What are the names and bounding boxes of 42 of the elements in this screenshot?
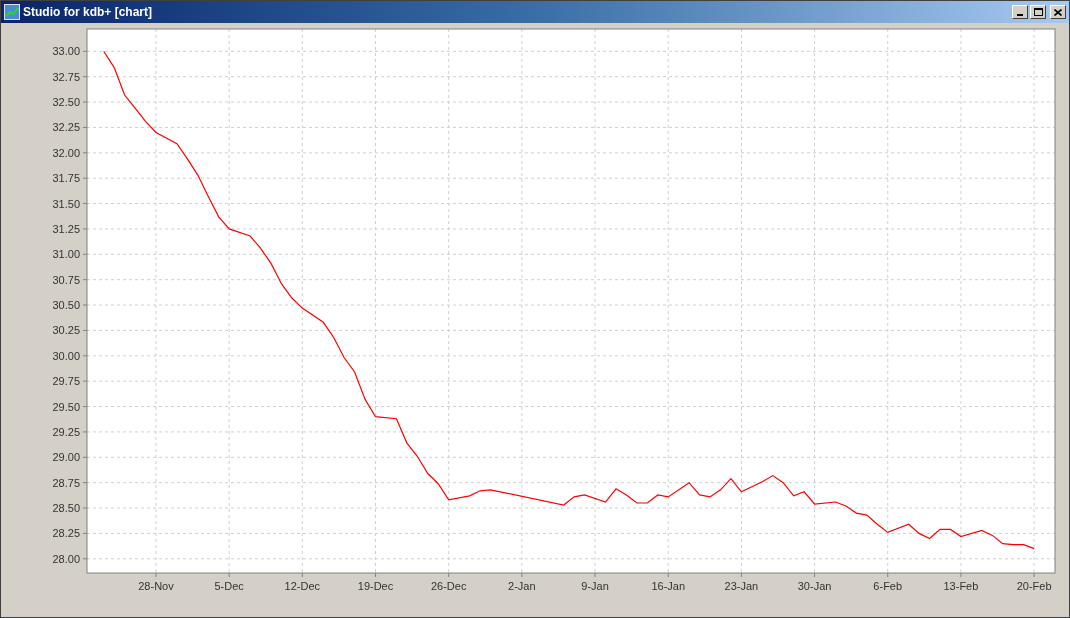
y-tick-label: 30.25 bbox=[52, 324, 80, 337]
minimize-icon bbox=[1017, 14, 1023, 16]
y-tick-label: 31.00 bbox=[52, 248, 80, 261]
x-tick-label: 2-Jan bbox=[508, 580, 536, 592]
y-tick-label: 29.00 bbox=[52, 451, 80, 464]
y-tick-label: 30.50 bbox=[52, 299, 80, 312]
y-tick-label: 33.00 bbox=[52, 45, 80, 58]
maximize-button[interactable] bbox=[1030, 5, 1046, 19]
window-title: Studio for kdb+ [chart] bbox=[23, 4, 152, 21]
x-tick-label: 23-Jan bbox=[724, 580, 759, 592]
y-tick-label: 32.00 bbox=[52, 146, 80, 159]
y-tick-label: 31.50 bbox=[52, 197, 80, 210]
close-icon bbox=[1054, 8, 1062, 16]
x-tick-label: 19-Dec bbox=[357, 580, 394, 592]
x-tick-label: 30-Jan bbox=[797, 580, 832, 592]
minimize-button[interactable] bbox=[1012, 5, 1028, 19]
y-tick-label: 30.75 bbox=[52, 273, 80, 286]
y-tick-label: 28.25 bbox=[52, 527, 80, 540]
x-tick-label: 12-Dec bbox=[284, 580, 321, 592]
x-tick-label: 20-Feb bbox=[1016, 580, 1052, 592]
y-tick-label: 32.25 bbox=[52, 121, 80, 134]
y-tick-label: 28.50 bbox=[52, 502, 80, 515]
y-tick-label: 31.25 bbox=[52, 222, 80, 235]
x-tick-label: 9-Jan bbox=[581, 580, 609, 592]
y-tick-label: 28.00 bbox=[52, 552, 80, 565]
y-tick-label: 31.75 bbox=[52, 172, 80, 185]
y-tick-label: 32.75 bbox=[52, 70, 80, 83]
x-tick-label: 6-Feb bbox=[873, 580, 903, 592]
close-button[interactable] bbox=[1050, 5, 1066, 19]
chart-app-icon bbox=[4, 4, 20, 20]
y-tick-label: 28.75 bbox=[52, 476, 80, 489]
x-tick-label: 26-Dec bbox=[430, 580, 467, 592]
x-tick-label: 28-Nov bbox=[138, 580, 174, 592]
y-tick-label: 29.75 bbox=[52, 375, 80, 388]
maximize-icon bbox=[1033, 8, 1043, 16]
y-tick-label: 30.00 bbox=[52, 349, 80, 362]
y-tick-label: 29.25 bbox=[52, 425, 80, 438]
x-tick-label: 5-Dec bbox=[214, 580, 244, 592]
x-tick-label: 13-Feb bbox=[943, 580, 979, 592]
y-tick-label: 32.50 bbox=[52, 96, 80, 109]
y-tick-label: 29.50 bbox=[52, 400, 80, 413]
x-tick-label: 16-Jan bbox=[651, 580, 686, 592]
